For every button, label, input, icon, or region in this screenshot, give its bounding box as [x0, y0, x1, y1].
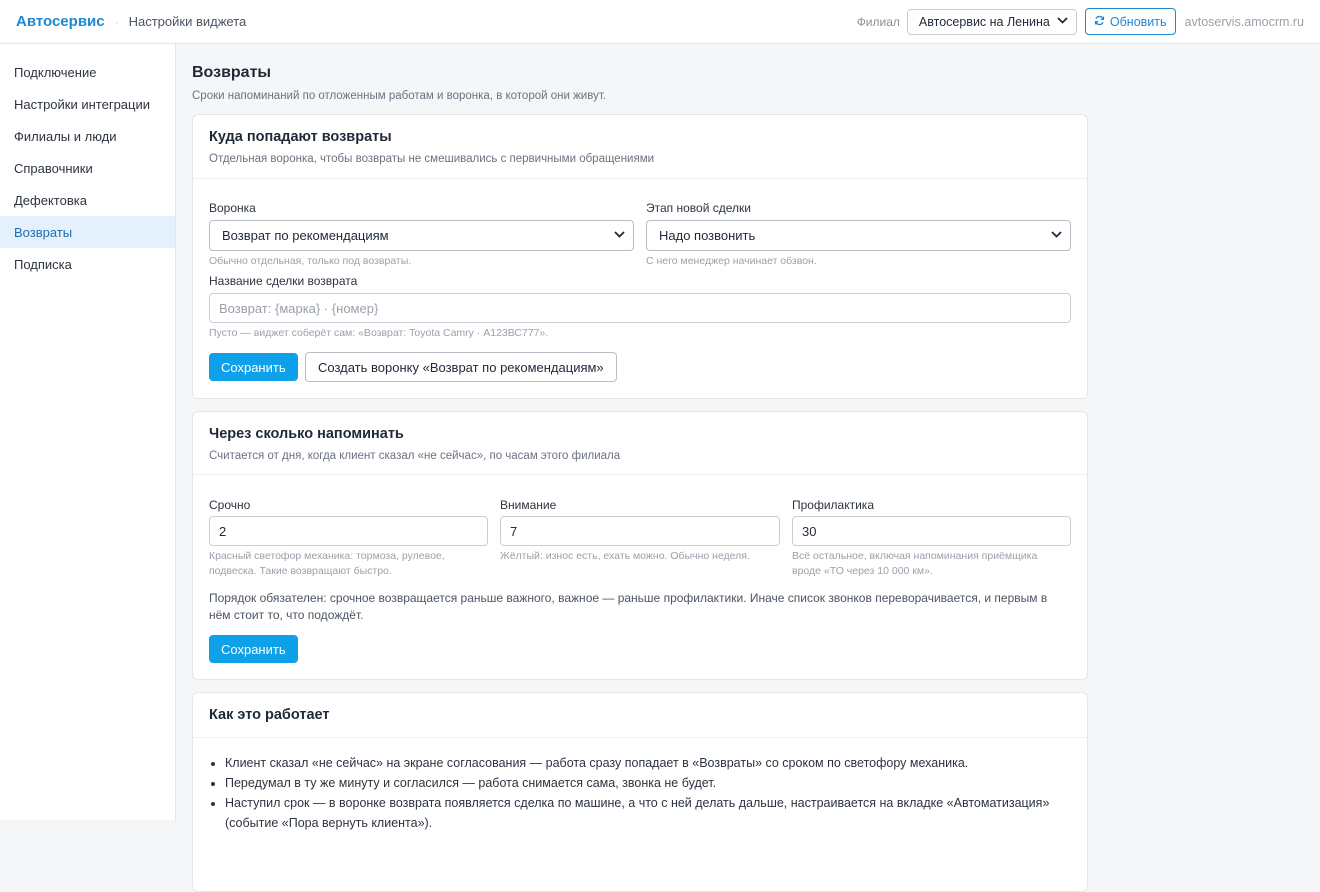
sidebar-item-connection[interactable]: Подключение	[0, 56, 175, 88]
list-item: Наступил срок — в воронке возврата появл…	[225, 793, 1075, 833]
pipeline-hint: Обычно отдельная, только под возвраты.	[209, 255, 412, 267]
stage-hint: С него менеджер начинает обзвон.	[646, 255, 817, 267]
branch-label: Филиал	[856, 14, 900, 29]
refresh-button-label: Обновить	[1109, 14, 1167, 29]
stage-select-value: Надо позвонить	[659, 228, 756, 243]
sidebar-item-returns[interactable]: Возвраты	[0, 216, 175, 248]
save-button[interactable]: Сохранить	[209, 353, 298, 381]
deal-name-hint: Пусто — виджет соберёт сам: «Возврат: To…	[209, 327, 549, 339]
list-item: Клиент сказал «не сейчас» на экране согл…	[225, 753, 1075, 773]
main-content: Возвраты Сроки напоминаний по отложенным…	[192, 44, 1088, 892]
sidebar-item-branches-people[interactable]: Филиалы и люди	[0, 120, 175, 152]
pipeline-label: Воронка	[209, 201, 256, 215]
refresh-icon	[1094, 15, 1105, 29]
branch-select[interactable]: Автосервис на Ленина	[906, 8, 1077, 35]
refresh-button[interactable]: Обновить	[1084, 8, 1176, 35]
sidebar-item-dictionaries[interactable]: Справочники	[0, 152, 175, 184]
chevron-down-icon	[614, 230, 625, 241]
how-it-works-card: Как это работает Клиент сказал «не сейча…	[192, 692, 1088, 892]
attention-hint: Жёлтый: износ есть, ехать можно. Обычно …	[500, 550, 750, 562]
prevention-days-input[interactable]	[792, 516, 1071, 546]
card-title: Через сколько напоминать	[209, 426, 404, 442]
card-header: Через сколько напоминать Считается от дн…	[193, 412, 1087, 475]
deal-name-label: Название сделки возврата	[209, 274, 358, 288]
list-item: Передумал в ту же минуту и согласился — …	[225, 773, 1075, 793]
prevention-hint: Всё остальное, включая напоминания приём…	[792, 550, 1038, 577]
reminder-timing-card: Через сколько напоминать Считается от дн…	[192, 411, 1088, 680]
order-note: Порядок обязателен: срочное возвращается…	[209, 591, 1048, 622]
urgent-hint: Красный светофор механика: тормоза, руле…	[209, 550, 445, 577]
create-pipeline-button[interactable]: Создать воронку «Возврат по рекомендация…	[305, 352, 617, 382]
card-header: Куда попадают возвраты Отдельная воронка…	[193, 115, 1087, 179]
urgent-label: Срочно	[209, 498, 251, 512]
attention-label: Внимание	[500, 498, 557, 512]
urgent-days-input[interactable]	[209, 516, 488, 546]
page-subtitle: Сроки напоминаний по отложенным работам …	[192, 90, 607, 102]
chevron-down-icon	[1051, 230, 1062, 241]
brand-logo: Автосервис	[16, 13, 105, 30]
stage-label: Этап новой сделки	[646, 201, 751, 215]
breadcrumb-separator: ·	[114, 14, 119, 29]
breadcrumb: Настройки виджета	[128, 14, 247, 29]
pipeline-select-value: Возврат по рекомендациям	[222, 228, 389, 243]
sidebar-item-subscription[interactable]: Подписка	[0, 248, 175, 280]
account-domain: avtoservis.amocrm.ru	[1184, 14, 1304, 29]
chevron-down-icon	[1057, 16, 1068, 27]
card-subtitle: Отдельная воронка, чтобы возвраты не сме…	[209, 153, 655, 165]
how-it-works-list: Клиент сказал «не сейчас» на экране согл…	[225, 753, 1075, 833]
deal-name-input[interactable]	[209, 293, 1071, 323]
top-right-controls: Филиал Автосервис на Ленина Обновить avt…	[857, 8, 1304, 35]
card-title: Как это работает	[209, 707, 330, 723]
prevention-label: Профилактика	[792, 498, 874, 512]
returns-pipeline-card: Куда попадают возвраты Отдельная воронка…	[192, 114, 1088, 399]
attention-days-input[interactable]	[500, 516, 780, 546]
sidebar: Подключение Настройки интеграции Филиалы…	[0, 44, 176, 820]
stage-select[interactable]: Надо позвонить	[646, 220, 1071, 251]
sidebar-item-defects[interactable]: Дефектовка	[0, 184, 175, 216]
top-bar: Автосервис · Настройки виджета Филиал Ав…	[0, 0, 1320, 44]
page-title: Возвраты	[192, 64, 272, 81]
card-subtitle: Считается от дня, когда клиент сказал «н…	[209, 450, 621, 462]
sidebar-item-integration-settings[interactable]: Настройки интеграции	[0, 88, 175, 120]
card-title: Куда попадают возвраты	[209, 129, 392, 145]
card-header: Как это работает	[193, 693, 1087, 738]
pipeline-select[interactable]: Возврат по рекомендациям	[209, 220, 634, 251]
branch-select-value: Автосервис на Ленина	[918, 14, 1050, 29]
save-button[interactable]: Сохранить	[209, 635, 298, 663]
